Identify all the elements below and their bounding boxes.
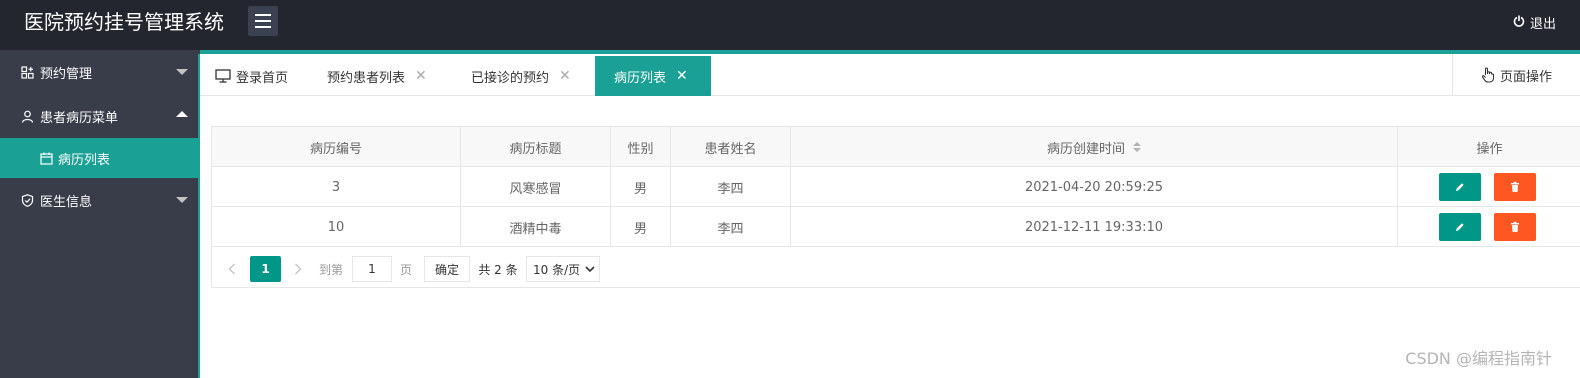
menu-toggle-button[interactable] (248, 6, 278, 36)
column-header-label: 病历创建时间 (1046, 141, 1125, 157)
column-header-created-time[interactable]: 病历创建时间 (791, 127, 1398, 167)
page-size-value: 10 条/页 (533, 262, 581, 277)
prev-page-button[interactable] (224, 256, 240, 282)
chevron-up-icon (176, 111, 188, 117)
shield-icon (20, 193, 34, 207)
column-header-patient-name: 患者姓名 (671, 127, 791, 167)
next-page-button[interactable] (290, 256, 306, 282)
cell-record-title: 酒精中毒 (461, 207, 611, 247)
sidebar: 预约管理 患者病历菜单 病历列表 医生信息 (0, 50, 200, 378)
cell-created-time: 2021-04-20 20:59:25 (791, 167, 1398, 207)
hamburger-icon (255, 14, 271, 16)
apps-icon (20, 65, 34, 79)
power-icon (1513, 15, 1525, 31)
chevron-down-icon (176, 69, 188, 75)
watermark: CSDN @编程指南针 (1405, 349, 1552, 368)
current-page-button[interactable]: 1 (250, 256, 281, 282)
chevron-left-icon (228, 263, 235, 275)
monitor-icon (215, 69, 231, 83)
sidebar-subitem-label: 病历列表 (58, 152, 111, 168)
top-header: 医院预约挂号管理系统 退出 (0, 0, 1580, 50)
record-table: 病历编号 病历标题 性别 患者姓名 病历创建时间 操作 3 风寒感冒 男 李四 … (211, 126, 1580, 288)
goto-prefix: 到第 (318, 262, 343, 277)
edit-button[interactable] (1439, 213, 1481, 241)
pagination: 1 到第 1 页 确定 共 2 条 10 条/页 (212, 248, 1580, 288)
pencil-icon (1456, 183, 1464, 191)
sidebar-edge (198, 54, 200, 378)
sort-icon[interactable] (1133, 142, 1141, 152)
column-header-gender: 性别 (611, 127, 671, 167)
tab-label: 已接诊的预约 (471, 70, 550, 86)
chevron-down-icon (585, 266, 595, 273)
tab-accepted-appointments[interactable]: 已接诊的预约 ✕ (471, 56, 571, 96)
close-icon[interactable]: ✕ (559, 68, 571, 84)
cell-patient-name: 李四 (671, 167, 791, 207)
tab-home[interactable]: 登录首页 (215, 56, 288, 96)
sidebar-subitem-record-list[interactable]: 病历列表 (0, 138, 200, 178)
calendar-icon (40, 152, 53, 165)
close-icon[interactable]: ✕ (676, 68, 688, 84)
page-operations-button[interactable]: 页面操作 (1452, 54, 1580, 96)
column-header-actions: 操作 (1476, 141, 1503, 157)
sidebar-item-doctor-info[interactable]: 医生信息 (0, 178, 200, 222)
sidebar-item-appointments[interactable]: 预约管理 (0, 50, 200, 94)
sidebar-item-label: 患者病历菜单 (40, 110, 119, 126)
close-icon[interactable]: ✕ (415, 68, 427, 84)
cell-gender: 男 (611, 167, 671, 207)
sidebar-item-label: 医生信息 (40, 194, 93, 210)
cell-created-time: 2021-12-11 19:33:10 (791, 207, 1398, 247)
cell-gender: 男 (611, 207, 671, 247)
table-row: 3 风寒感冒 男 李四 2021-04-20 20:59:25 (212, 167, 1580, 207)
trash-icon (1511, 221, 1519, 232)
goto-suffix: 页 (399, 262, 412, 277)
tab-label: 预约患者列表 (327, 70, 406, 86)
tab-label: 登录首页 (236, 70, 289, 86)
column-header-record-id: 病历编号 (212, 127, 461, 167)
logout-label: 退出 (1529, 17, 1556, 32)
sidebar-item-label: 预约管理 (40, 66, 93, 82)
goto-confirm-button[interactable]: 确定 (424, 256, 470, 282)
tab-label: 病历列表 (614, 70, 667, 86)
column-header-record-title: 病历标题 (461, 127, 611, 167)
tab-appointment-patients[interactable]: 预约患者列表 ✕ (327, 56, 427, 96)
table-header-row: 病历编号 病历标题 性别 患者姓名 病历创建时间 操作 (212, 127, 1580, 167)
hand-pointer-icon (1481, 67, 1495, 83)
cell-record-title: 风寒感冒 (461, 167, 611, 207)
cell-actions (1398, 167, 1580, 207)
cell-actions (1398, 207, 1580, 247)
delete-button[interactable] (1494, 173, 1536, 201)
page-operations-label: 页面操作 (1499, 69, 1552, 85)
page-size-select[interactable]: 10 条/页 (526, 256, 600, 282)
sidebar-item-patient-records[interactable]: 患者病历菜单 (0, 94, 200, 138)
cell-record-id: 3 (212, 167, 461, 207)
cell-record-id: 10 (212, 207, 461, 247)
tab-bar: 登录首页 预约患者列表 ✕ 已接诊的预约 ✕ 病历列表 ✕ 页面操作 (200, 54, 1580, 96)
pencil-icon (1456, 223, 1464, 231)
edit-button[interactable] (1439, 173, 1481, 201)
chevron-down-icon (176, 197, 188, 203)
delete-button[interactable] (1494, 213, 1536, 241)
tab-record-list[interactable]: 病历列表 ✕ (595, 56, 711, 96)
table-row: 10 酒精中毒 男 李四 2021-12-11 19:33:10 (212, 207, 1580, 247)
total-count: 共 2 条 (478, 262, 518, 277)
logout-button[interactable]: 退出 (1513, 13, 1556, 32)
trash-icon (1511, 181, 1519, 192)
cell-patient-name: 李四 (671, 207, 791, 247)
goto-page-input[interactable]: 1 (352, 256, 392, 282)
chevron-right-icon (295, 263, 302, 275)
user-icon (20, 109, 34, 123)
app-title: 医院预约挂号管理系统 (24, 10, 224, 34)
